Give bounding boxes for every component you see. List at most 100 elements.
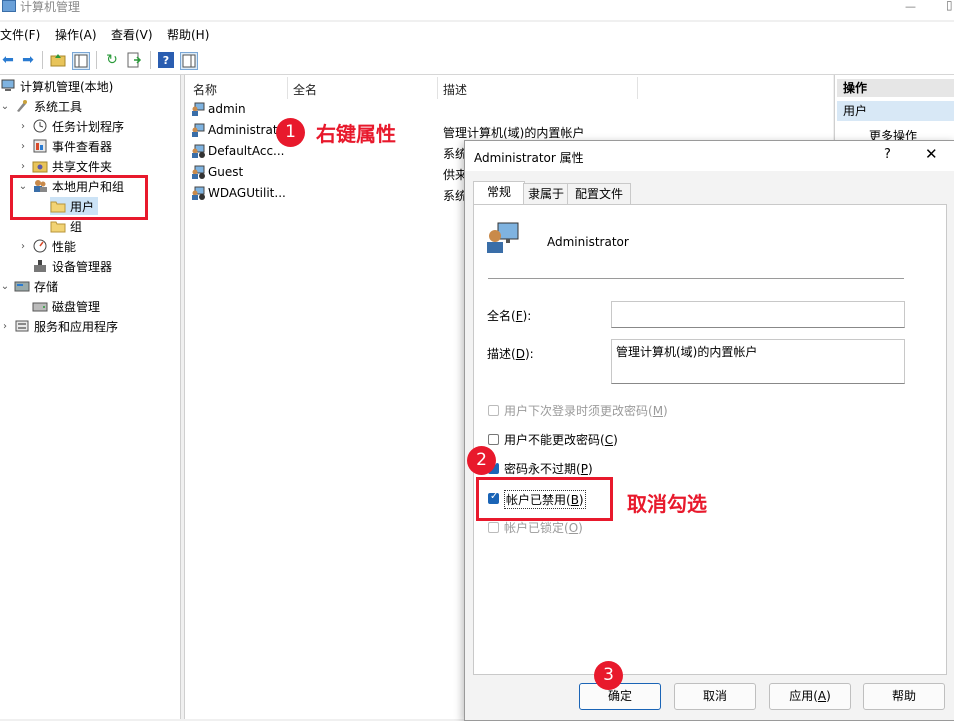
column-divider[interactable] (637, 77, 638, 99)
action-pane-header: 操作 (837, 79, 954, 97)
list-item-name: DefaultAcc... (208, 144, 285, 158)
step-badge-2: 2 (467, 446, 496, 475)
tree-item-label: 磁盘管理 (52, 299, 101, 314)
tree-item-label: 系统工具 (34, 99, 83, 114)
column-header-fullname[interactable]: 全名 (293, 81, 317, 98)
description-input[interactable]: 管理计算机(域)的内置帐户 (611, 339, 905, 384)
device-manager-icon (32, 259, 48, 273)
tree-item-label: 共享文件夹 (52, 159, 113, 174)
event-viewer-icon (32, 139, 48, 153)
back-arrow-icon[interactable]: ⬅ (0, 52, 16, 68)
toolbar: ⬅ ➡ ↻ ? (0, 44, 954, 75)
tree-item-services-apps[interactable]: › 服务和应用程序 (0, 317, 118, 335)
help-question-icon[interactable]: ? (884, 147, 891, 162)
step-badge-1: 1 (276, 118, 305, 147)
tab-profile[interactable]: 配置文件 (567, 183, 631, 205)
refresh-icon[interactable]: ↻ (104, 52, 120, 68)
show-action-pane-icon[interactable] (180, 52, 198, 70)
list-item-name: Administrat (208, 123, 278, 137)
step-1-note: 右键属性 (316, 122, 396, 146)
tree-item-device-manager[interactable]: 设备管理器 (32, 257, 112, 275)
console-tree: 计算机管理(本地) ⌄ 系统工具 › 任务计划程序 › 事件查看器 › 共享文件… (0, 75, 181, 719)
tree-item-label: 性能 (52, 239, 77, 254)
toolbar-separator (96, 51, 97, 69)
account-locked-checkbox[interactable] (488, 522, 499, 533)
highlight-box-disabled (476, 477, 613, 521)
highlight-box-users (10, 175, 148, 220)
close-window-icon[interactable]: ▯ (946, 0, 953, 12)
properties-dialog: Administrator 属性 ? ✕ 常规 隶属于 配置文件 Adminis… (464, 140, 954, 721)
tree-item-disk-management[interactable]: 磁盘管理 (32, 297, 100, 315)
minimize-icon[interactable]: — (905, 0, 916, 13)
cannot-change-password-checkbox[interactable] (488, 434, 499, 445)
shared-folder-icon (32, 159, 48, 173)
fullname-input[interactable] (611, 301, 905, 328)
list-item[interactable]: Administrat (191, 123, 278, 137)
column-divider[interactable] (287, 77, 288, 99)
apply-button[interactable]: 应用(A) (769, 683, 851, 710)
account-locked-label: 帐户已锁定(O) (504, 521, 583, 535)
must-change-password-checkbox[interactable] (488, 405, 499, 416)
list-item[interactable]: DefaultAcc... (191, 144, 284, 158)
user-icon (191, 102, 205, 116)
tree-item-performance[interactable]: › 性能 (18, 237, 76, 255)
tree-root[interactable]: 计算机管理(本地) (0, 77, 113, 95)
cannot-change-password-label: 用户不能更改密码(C) (504, 433, 618, 447)
up-folder-icon[interactable] (50, 52, 66, 68)
list-item-name: admin (208, 102, 246, 116)
tree-item-storage[interactable]: ⌄ 存储 (0, 277, 58, 295)
window-title: 计算机管理 (20, 0, 81, 14)
list-item-name: Guest (208, 165, 244, 179)
description-label: 描述(D): (487, 347, 534, 361)
folder-icon (50, 219, 66, 233)
column-header-description[interactable]: 描述 (443, 81, 467, 98)
tree-root-label: 计算机管理(本地) (20, 79, 114, 94)
column-header-name[interactable]: 名称 (193, 81, 217, 98)
clock-icon (32, 119, 48, 133)
menu-view[interactable]: 查看(V) (111, 26, 153, 43)
export-list-icon[interactable] (126, 52, 142, 68)
menu-file[interactable]: 文件(F) (0, 26, 40, 43)
step-2-note: 取消勾选 (627, 492, 707, 516)
user-disabled-icon (191, 165, 205, 179)
show-hide-tree-icon[interactable] (72, 52, 90, 70)
help-button[interactable]: 帮助 (863, 683, 945, 710)
chevron-right-icon[interactable]: › (18, 121, 28, 132)
cancel-button[interactable]: 取消 (674, 683, 756, 710)
fullname-label: 全名(F): (487, 309, 532, 323)
chevron-right-icon[interactable]: › (18, 241, 28, 252)
tree-item-task-scheduler[interactable]: › 任务计划程序 (18, 117, 124, 135)
chevron-right-icon[interactable]: › (18, 161, 28, 172)
user-name-heading: Administrator (547, 235, 629, 249)
chevron-right-icon[interactable]: › (18, 141, 28, 152)
chevron-right-icon[interactable]: › (0, 321, 10, 332)
list-item[interactable]: WDAGUtilit... (191, 186, 286, 200)
tree-item-label: 服务和应用程序 (34, 319, 119, 334)
column-divider[interactable] (437, 77, 438, 99)
toolbar-separator (150, 51, 151, 69)
must-change-password-label: 用户下次登录时须更改密码(M) (504, 404, 668, 418)
action-section-users[interactable]: 用户 (837, 101, 954, 121)
tree-item-shared-folders[interactable]: › 共享文件夹 (18, 157, 112, 175)
help-icon[interactable]: ? (158, 52, 174, 68)
close-icon[interactable]: ✕ (925, 145, 938, 163)
tree-item-label: 任务计划程序 (52, 119, 125, 134)
ok-button[interactable]: 确定 (579, 683, 661, 710)
list-item[interactable]: admin (191, 102, 246, 116)
menu-help[interactable]: 帮助(H) (167, 26, 209, 43)
menu-action[interactable]: 操作(A) (55, 26, 97, 43)
user-disabled-icon (191, 186, 205, 200)
tab-member-of[interactable]: 隶属于 (523, 183, 569, 205)
tab-general[interactable]: 常规 (473, 181, 525, 205)
chevron-down-icon[interactable]: ⌄ (0, 101, 10, 112)
forward-arrow-icon[interactable]: ➡ (20, 52, 36, 68)
computer-management-icon (2, 0, 16, 12)
tools-icon (14, 99, 30, 113)
computer-icon (0, 79, 16, 93)
dialog-title-bar: Administrator 属性 ? ✕ (465, 141, 954, 171)
list-item[interactable]: Guest (191, 165, 243, 179)
chevron-down-icon[interactable]: ⌄ (0, 281, 10, 292)
title-bar: 计算机管理 — ▯ (0, 0, 954, 20)
tree-item-event-viewer[interactable]: › 事件查看器 (18, 137, 112, 155)
tree-item-system-tools[interactable]: ⌄ 系统工具 (0, 97, 82, 115)
